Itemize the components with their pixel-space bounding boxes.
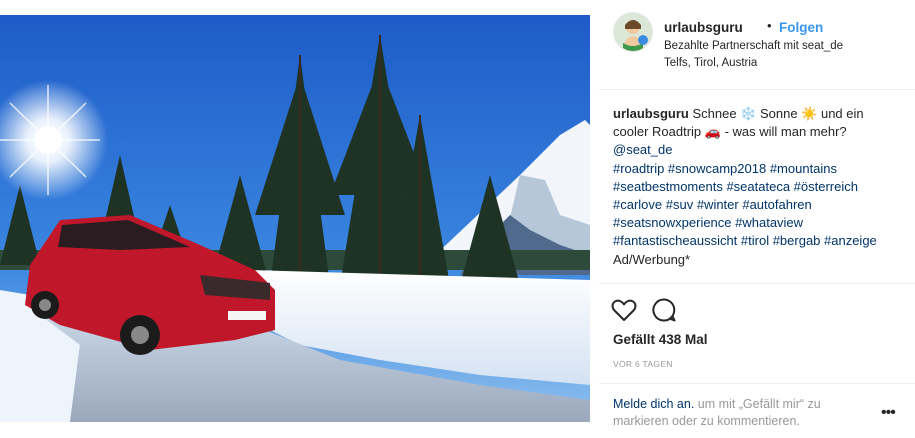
caption-text-line1: Schnee ❄️ Sonne ☀️ und ein (692, 106, 864, 121)
comment-icon[interactable] (651, 297, 677, 323)
post-timestamp[interactable]: VOR 6 TAGEN (613, 359, 673, 369)
username[interactable]: urlaubsguru (664, 20, 743, 35)
separator-dot: • (767, 18, 772, 33)
mention-link[interactable]: @seat_de (613, 142, 672, 157)
post-photo[interactable] (0, 15, 590, 422)
paid-partnership-label[interactable]: Bezahlte Partnerschaft mit seat_de (664, 40, 843, 52)
login-link[interactable]: Melde dich an. (613, 397, 694, 411)
caption-username[interactable]: urlaubsguru (613, 106, 689, 121)
login-prompt: Melde dich an. um mit „Gefällt mir“ zu m… (599, 383, 915, 438)
hashtags-line1[interactable]: #roadtrip #snowcamp2018 #mountains (613, 161, 837, 176)
avatar-illustration-icon (622, 20, 648, 51)
like-count[interactable]: Gefällt 438 Mal (613, 332, 708, 347)
post-caption: urlaubsguru Schnee ❄️ Sonne ☀️ und ein c… (613, 105, 909, 269)
hashtags-line4[interactable]: #seatsnowxperience #whataview (613, 215, 803, 230)
post-sidebar: urlaubsguru • Folgen Bezahlte Partnersch… (599, 0, 915, 437)
post-header: urlaubsguru • Folgen Bezahlte Partnersch… (599, 9, 915, 90)
login-text: Melde dich an. um mit „Gefällt mir“ zu m… (613, 396, 863, 430)
avatar[interactable] (613, 12, 653, 52)
hashtags-line3[interactable]: #carlove #suv #winter #autofahren (613, 197, 812, 212)
snowy-mountain-car-photo (0, 15, 590, 422)
caption-text-line2: cooler Roadtrip 🚗 - was will man mehr? (613, 124, 847, 140)
location-link[interactable]: Telfs, Tirol, Austria (664, 57, 757, 69)
more-options-icon[interactable]: ••• (881, 404, 896, 422)
post-actions: Gefällt 438 Mal VOR 6 TAGEN (599, 283, 915, 384)
heart-icon[interactable] (611, 298, 637, 322)
follow-button[interactable]: Folgen (779, 20, 823, 35)
hashtags-line2[interactable]: #seatbestmoments #seatateca #österreich (613, 179, 858, 194)
hashtags-line5[interactable]: #fantastischeaussicht #tirol #bergab #an… (613, 233, 877, 248)
caption-footer: Ad/Werbung* (613, 251, 691, 267)
